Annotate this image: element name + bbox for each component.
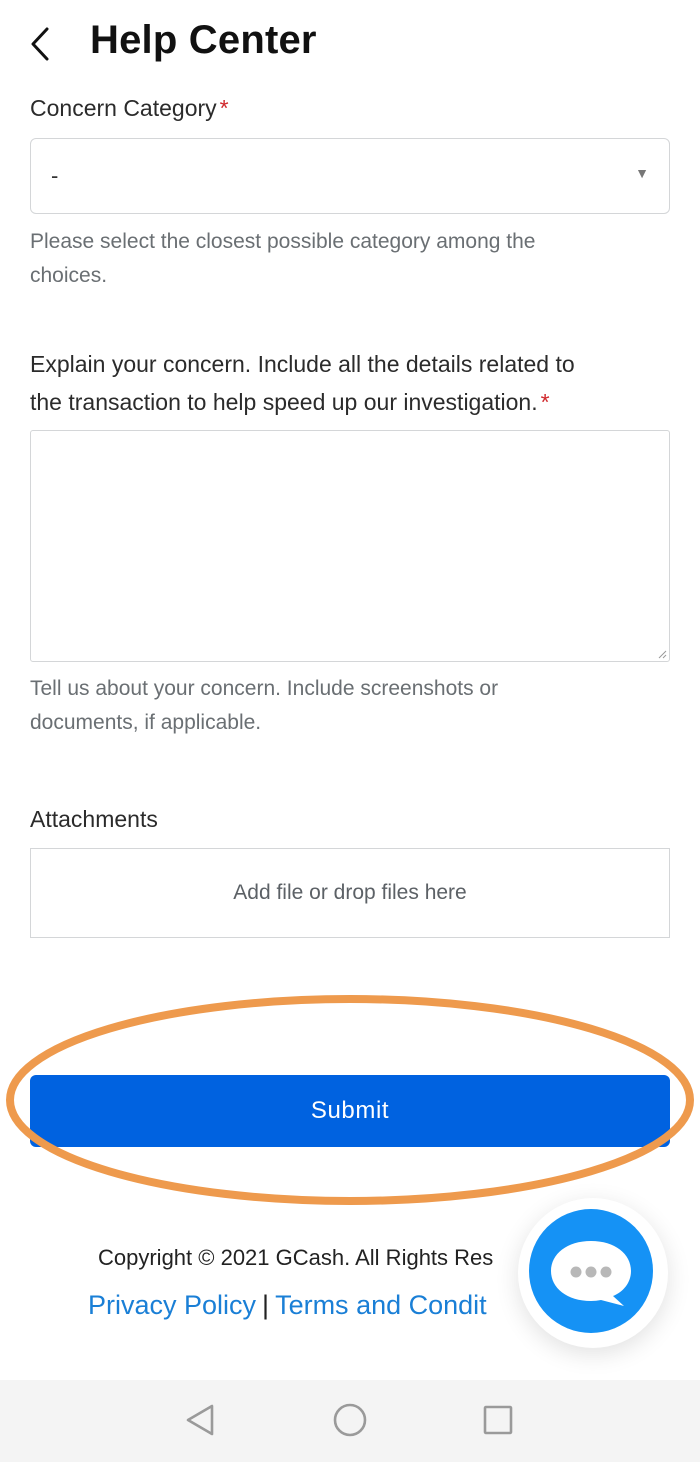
chat-button[interactable] <box>529 1209 653 1333</box>
concern-description-helper: Tell us about your concern. Include scre… <box>30 672 498 740</box>
footer-separator: | <box>262 1290 270 1320</box>
helper-line: Please select the closest possible categ… <box>30 230 536 253</box>
circle-home-icon <box>333 1403 367 1437</box>
label-line: the transaction to help speed up our inv… <box>30 389 538 415</box>
concern-category-label-text: Concern Category <box>30 95 217 121</box>
helper-line: documents, if applicable. <box>30 711 262 734</box>
highlight-ellipse <box>6 995 694 1205</box>
system-nav-bar <box>0 1380 700 1462</box>
label-line: Explain your concern. Include all the de… <box>30 351 575 377</box>
attachments-dropzone[interactable]: Add file or drop files here <box>30 848 670 938</box>
concern-textarea[interactable] <box>30 430 670 662</box>
helper-line: choices. <box>30 264 108 287</box>
square-recents-icon <box>483 1405 513 1435</box>
footer-links: Privacy Policy | Terms and Condit <box>88 1290 487 1321</box>
concern-category-helper: Please select the closest possible categ… <box>30 225 535 293</box>
required-mark: * <box>540 389 550 415</box>
back-button[interactable] <box>18 20 62 68</box>
privacy-policy-link[interactable]: Privacy Policy <box>88 1290 256 1320</box>
nav-home-button[interactable] <box>330 1400 370 1440</box>
page-title: Help Center <box>90 18 317 62</box>
helper-line: Tell us about your concern. Include scre… <box>30 677 499 700</box>
nav-recents-button[interactable] <box>478 1400 518 1440</box>
copyright-text: Copyright © 2021 GCash. All Rights Res <box>98 1245 494 1270</box>
triangle-back-icon <box>186 1404 214 1436</box>
attachments-label: Attachments <box>30 806 158 832</box>
required-mark: * <box>219 95 229 121</box>
chat-bubble-icon <box>551 1241 631 1306</box>
dropzone-text: Add file or drop files here <box>233 881 467 904</box>
chevron-left-icon <box>31 27 49 61</box>
select-value: - <box>51 163 59 188</box>
nav-back-button[interactable] <box>180 1400 220 1440</box>
concern-category-select[interactable]: - ▼ <box>30 138 670 214</box>
concern-category-label: Concern Category * <box>30 95 229 122</box>
resize-handle-icon[interactable] <box>658 650 667 659</box>
concern-description-label: Explain your concern. Include all the de… <box>30 345 575 421</box>
caret-down-icon: ▼ <box>635 165 649 181</box>
terms-link[interactable]: Terms and Condit <box>275 1290 487 1320</box>
